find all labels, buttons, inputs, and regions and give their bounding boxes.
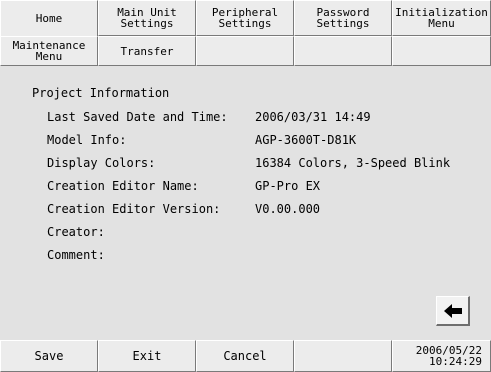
- editor-version-label: Creation Editor Version:: [47, 202, 221, 216]
- display-colors-label: Display Colors:: [47, 156, 156, 170]
- cancel-button[interactable]: Cancel: [196, 340, 294, 372]
- tab-main-unit-settings[interactable]: Main Unit Settings: [98, 0, 196, 36]
- save-button[interactable]: Save: [0, 340, 98, 372]
- last-saved-value: 2006/03/31 14:49: [255, 110, 371, 124]
- tab-initialization-menu[interactable]: Initialization Menu: [392, 0, 491, 36]
- left-arrow-icon: [443, 303, 462, 318]
- tab-home[interactable]: Home: [0, 0, 98, 36]
- tab-empty-5: [392, 36, 491, 66]
- tab-empty-4: [294, 36, 392, 66]
- tab-transfer[interactable]: Transfer: [98, 36, 196, 66]
- second-tab-row: Maintenance Menu Transfer: [0, 36, 491, 66]
- display-colors-value: 16384 Colors, 3-Speed Blink: [255, 156, 451, 170]
- clock-display: 2006/05/22 10:24:29: [392, 340, 491, 372]
- creator-label: Creator:: [47, 225, 105, 239]
- back-button[interactable]: [436, 296, 470, 326]
- project-info-title: Project Information: [32, 86, 170, 100]
- clock-time: 10:24:29: [429, 355, 482, 368]
- editor-name-label: Creation Editor Name:: [47, 179, 199, 193]
- editor-version-value: V0.00.000: [255, 202, 321, 216]
- top-tab-row: Home Main Unit Settings Peripheral Setti…: [0, 0, 491, 36]
- model-info-value: AGP-3600T-D81K: [255, 133, 357, 147]
- model-info-label: Model Info:: [47, 133, 127, 147]
- footer-empty-button: [294, 340, 392, 372]
- comment-label: Comment:: [47, 248, 105, 262]
- tab-password-settings[interactable]: Password Settings: [294, 0, 392, 36]
- project-info-panel: Project Information Last Saved Date and …: [0, 66, 491, 340]
- editor-name-value: GP-Pro EX: [255, 179, 321, 193]
- tab-maintenance-menu[interactable]: Maintenance Menu: [0, 36, 98, 66]
- system-menu-screen: Home Main Unit Settings Peripheral Setti…: [0, 0, 491, 372]
- exit-button[interactable]: Exit: [98, 340, 196, 372]
- footer-bar: Save Exit Cancel 2006/05/22 10:24:29: [0, 340, 491, 372]
- tab-peripheral-settings[interactable]: Peripheral Settings: [196, 0, 294, 36]
- tab-empty-3: [196, 36, 294, 66]
- last-saved-label: Last Saved Date and Time:: [47, 110, 228, 124]
